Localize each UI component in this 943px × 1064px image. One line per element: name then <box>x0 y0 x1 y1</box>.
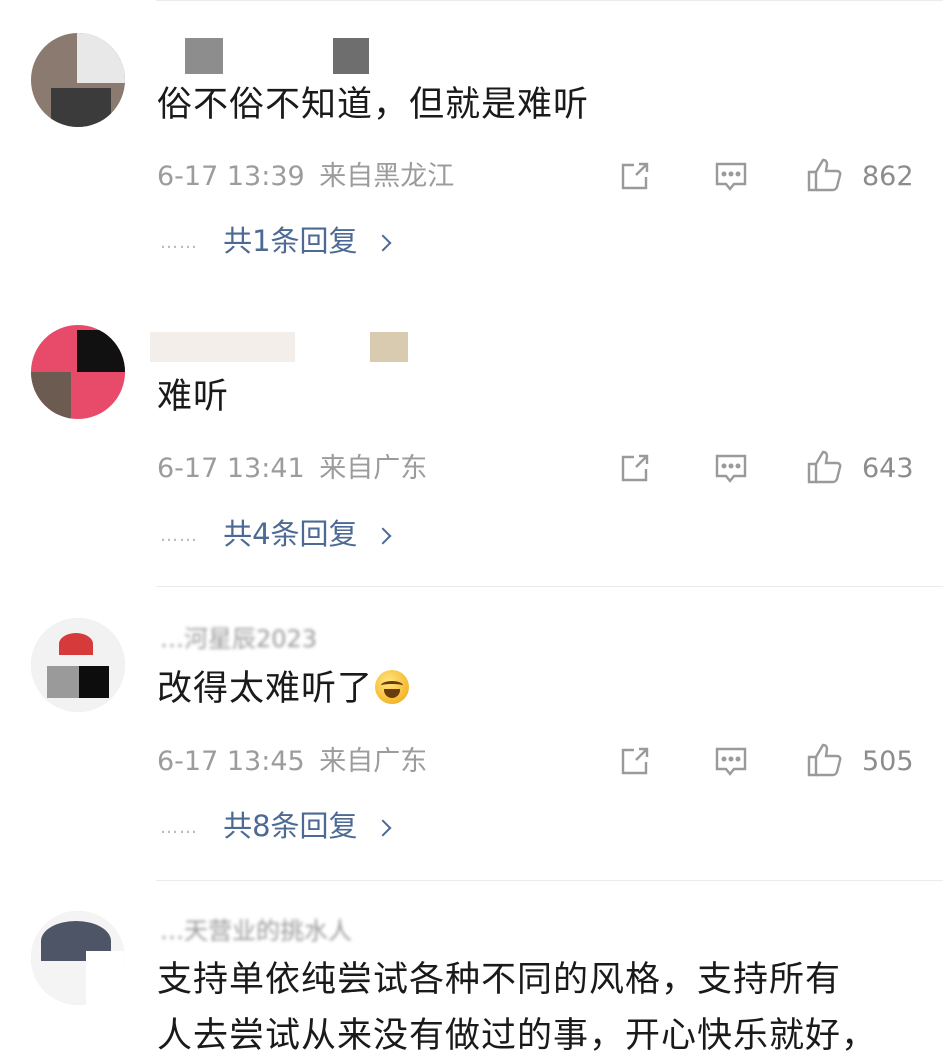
avatar[interactable] <box>31 618 125 712</box>
comment-text: 难听 <box>157 377 230 417</box>
username[interactable]: …河星辰2023 <box>160 622 440 656</box>
share-icon[interactable] <box>616 157 654 195</box>
view-replies-link[interactable]: 共8条回复 <box>223 809 357 843</box>
comment-text: 人去尝试从来没有做过的事，开心快乐就好， <box>157 1016 878 1056</box>
comment-text: 支持单依纯尝试各种不同的风格，支持所有 <box>157 960 842 1000</box>
comment-text: 改得太难听了 <box>157 661 410 717</box>
reply-dots: …… <box>160 817 198 838</box>
comment-icon[interactable] <box>712 449 750 487</box>
chevron-right-icon <box>374 527 392 545</box>
avatar[interactable] <box>31 33 125 127</box>
timestamp: 6-17 13:45 <box>157 746 305 777</box>
comment-icon[interactable] <box>712 157 750 195</box>
username[interactable] <box>160 38 340 72</box>
comment-meta: 6-17 13:45 来自广东 <box>157 742 427 782</box>
laughing-crying-emoji <box>375 670 410 704</box>
like-count: 862 <box>862 161 914 192</box>
timestamp: 6-17 13:39 <box>157 161 305 192</box>
reply-row[interactable]: …… 共4条回复 <box>160 514 392 554</box>
reply-dots: …… <box>160 525 198 546</box>
comment-icon[interactable] <box>712 742 750 780</box>
avatar[interactable] <box>31 911 125 1005</box>
username[interactable]: …天营业的挑水人 <box>160 914 480 948</box>
view-replies-link[interactable]: 共4条回复 <box>223 517 357 551</box>
reply-row[interactable]: …… 共1条回复 <box>160 221 392 261</box>
thumbs-up-icon[interactable] <box>806 448 844 486</box>
location: 来自广东 <box>319 453 428 484</box>
share-icon[interactable] <box>616 449 654 487</box>
thumbs-up-icon[interactable] <box>806 156 844 194</box>
reply-dots: …… <box>160 232 198 253</box>
username[interactable] <box>160 330 340 364</box>
divider <box>156 880 943 881</box>
like-count: 643 <box>862 453 914 484</box>
timestamp: 6-17 13:41 <box>157 453 305 484</box>
comment-text: 俗不俗不知道，但就是难听 <box>157 85 590 125</box>
comment-meta: 6-17 13:41 来自广东 <box>157 449 427 489</box>
avatar[interactable] <box>31 325 125 419</box>
chevron-right-icon <box>374 234 392 252</box>
username-mosaic <box>370 332 408 362</box>
chevron-right-icon <box>374 819 392 837</box>
location: 来自黑龙江 <box>319 161 455 192</box>
like-count: 505 <box>862 746 914 777</box>
reply-row[interactable]: …… 共8条回复 <box>160 806 392 846</box>
divider <box>156 0 943 1</box>
share-icon[interactable] <box>616 742 654 780</box>
comment-text-body: 改得太难听了 <box>157 669 374 709</box>
thumbs-up-icon[interactable] <box>806 741 844 779</box>
divider <box>156 586 943 587</box>
location: 来自广东 <box>319 746 428 777</box>
comment-meta: 6-17 13:39 来自黑龙江 <box>157 157 454 197</box>
view-replies-link[interactable]: 共1条回复 <box>223 224 357 258</box>
